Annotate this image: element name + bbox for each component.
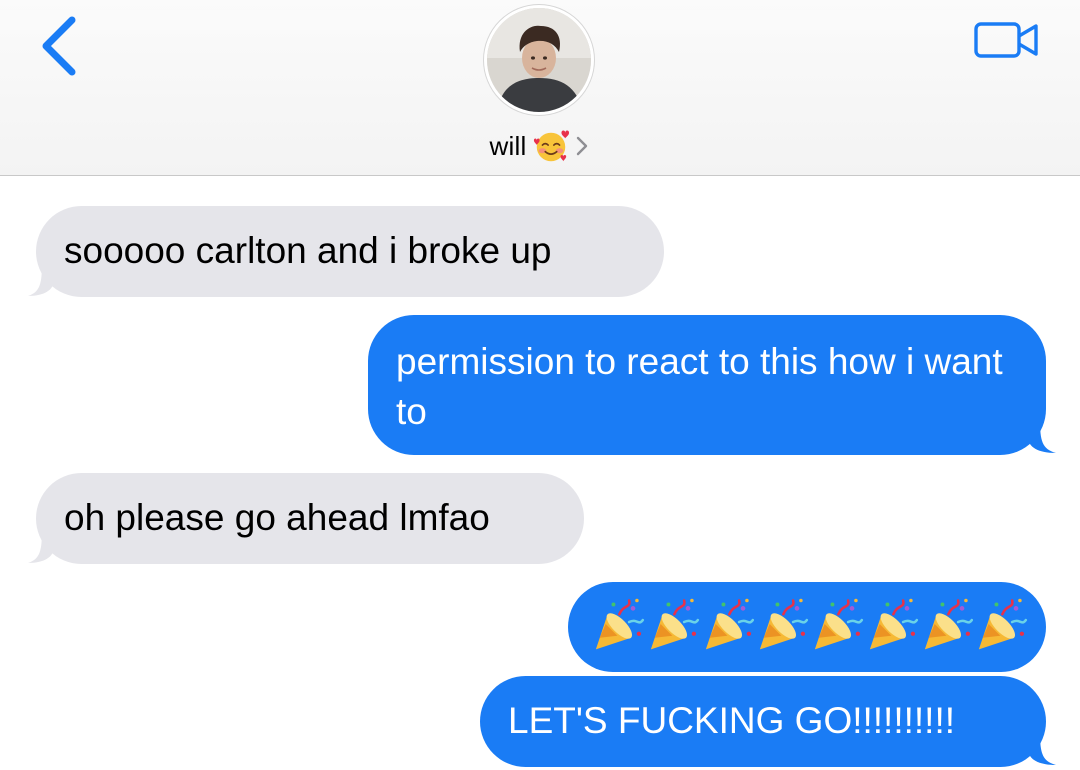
avatar-photo-icon — [487, 8, 591, 112]
message-text: permission to react to this how i want t… — [396, 341, 1003, 432]
incoming-message-bubble[interactable]: sooooo carlton and i broke up — [36, 206, 664, 297]
video-camera-icon[interactable] — [972, 18, 1042, 62]
conversation-header: will — [0, 0, 1080, 176]
chevron-right-icon — [577, 136, 588, 156]
smiling-face-with-hearts-icon — [534, 130, 570, 162]
party-popper-icon — [869, 598, 918, 650]
message-text: oh please go ahead lmfao — [64, 497, 490, 538]
party-popper-icon — [924, 598, 973, 650]
outgoing-message-bubble[interactable]: permission to react to this how i want t… — [368, 315, 1046, 455]
contact-name: will — [489, 130, 527, 161]
incoming-message-bubble[interactable]: oh please go ahead lmfao — [36, 473, 584, 564]
party-popper-icon — [595, 598, 645, 650]
message-text: LET'S FUCKING GO!!!!!!!!!! — [508, 700, 956, 741]
imessage-screen: will sooooo carlton and i broke up permi… — [0, 0, 1080, 770]
party-popper-icon — [705, 598, 754, 650]
party-popper-icon — [979, 598, 1028, 650]
outgoing-message-bubble[interactable]: LET'S FUCKING GO!!!!!!!!!! — [480, 676, 1046, 767]
outgoing-emoji-bubble[interactable] — [568, 582, 1046, 672]
party-popper-row — [590, 594, 1028, 654]
back-chevron-icon[interactable] — [36, 14, 86, 78]
contact-avatar[interactable] — [484, 5, 594, 115]
party-popper-icon — [814, 598, 864, 650]
message-text: sooooo carlton and i broke up — [64, 230, 552, 271]
party-popper-icon — [650, 598, 699, 650]
contact-details-button[interactable]: will — [0, 126, 1080, 166]
party-popper-icon — [760, 598, 809, 650]
